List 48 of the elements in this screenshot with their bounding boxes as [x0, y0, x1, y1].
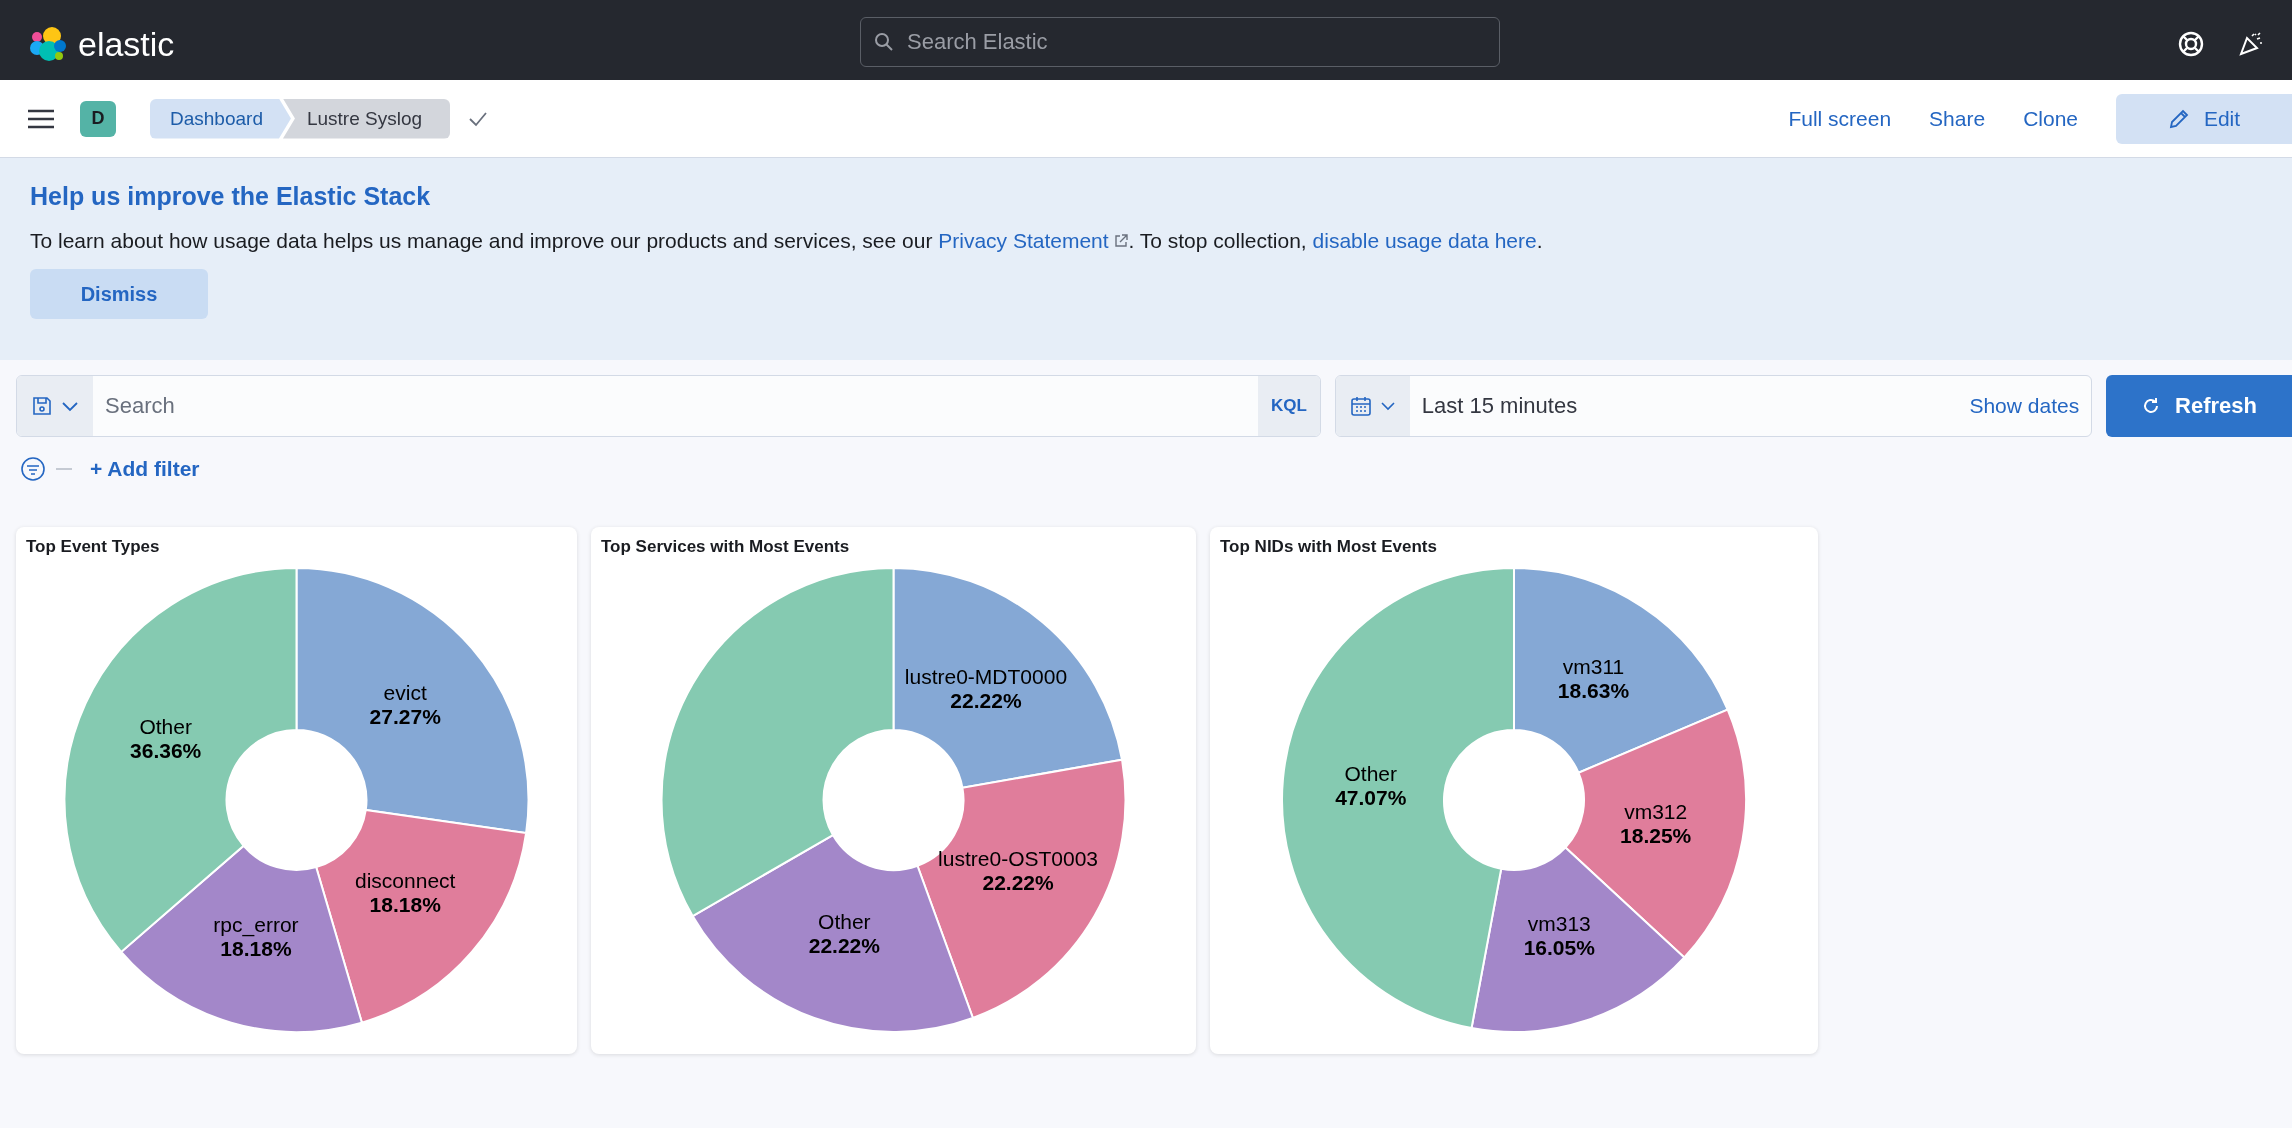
banner-title: Help us improve the Elastic Stack [30, 182, 432, 211]
show-dates-link[interactable]: Show dates [1957, 376, 2092, 436]
space-avatar[interactable]: D [80, 100, 116, 137]
panel-title: Top Services with Most Events [601, 537, 851, 557]
slice-label: vm313 16.05% [1523, 911, 1595, 959]
time-range[interactable]: Last 15 minutes [1409, 376, 1958, 436]
help-icon[interactable] [2178, 31, 2204, 57]
disable-usage-link[interactable]: disable usage data here [1312, 229, 1537, 252]
slice-label: Other 22.22% [808, 910, 880, 958]
slice-label: vm311 18.63% [1557, 655, 1630, 703]
refresh-button[interactable]: Refresh [2106, 375, 2292, 437]
slice-label: disconnect 18.18% [355, 869, 456, 917]
slice-label: lustre0-MDT0000 22.22% [904, 664, 1068, 712]
header-link[interactable]: Clone [2023, 106, 2078, 131]
filter-icon[interactable] [20, 456, 46, 482]
slice-label: lustre0-OST0003 22.22% [938, 846, 1099, 894]
menu-icon[interactable] [28, 108, 54, 129]
header-link[interactable]: Full screen [1788, 106, 1892, 131]
external-link-icon [1114, 234, 1129, 248]
add-filter-link[interactable]: + Add filter [90, 457, 200, 481]
edit-button[interactable]: Edit [2116, 93, 2292, 144]
query-field[interactable]: Search KQL [16, 375, 1321, 437]
panel-title: Top Event Types [26, 537, 161, 557]
save-icon[interactable] [31, 395, 53, 417]
privacy-link[interactable]: Privacy Statement [938, 229, 1129, 252]
slice-label: Other 36.36% [130, 715, 202, 763]
chevron-icon[interactable] [1379, 401, 1396, 411]
header-link[interactable]: Share [1929, 106, 1986, 131]
search-field[interactable]: Search Elastic [860, 17, 1500, 67]
kql-button[interactable]: KQL [1257, 376, 1320, 436]
banner-text: To learn about how usage data helps us manage and improve our products and services, see our Privacy Statement . To stop collection, disable usage data here. [30, 229, 1544, 253]
party-popper-icon[interactable] [2238, 31, 2264, 57]
breadcrumb[interactable]: Lustre Syslog [282, 98, 451, 139]
slice-label: rpc_error 18.18% [213, 913, 299, 960]
slice-label: Other 47.07% [1335, 761, 1407, 809]
logo-text: elastic [78, 24, 175, 64]
slice-label: vm312 18.25% [1620, 799, 1692, 847]
check-icon[interactable] [468, 110, 489, 127]
search-icon [874, 32, 894, 52]
slice-label: evict 27.27% [369, 680, 441, 728]
logo-icon[interactable] [28, 24, 68, 64]
dismiss-button[interactable]: Dismiss [30, 269, 208, 319]
date-picker[interactable]: Last 15 minutes Show dates [1334, 375, 2093, 437]
chevron-icon[interactable] [61, 400, 79, 412]
panel-title: Top NIDs with Most Events [1220, 537, 1438, 557]
breadcrumb[interactable]: Dashboard [150, 98, 291, 139]
pencil-icon [2167, 107, 2190, 130]
calendar-icon[interactable] [1349, 395, 1372, 417]
